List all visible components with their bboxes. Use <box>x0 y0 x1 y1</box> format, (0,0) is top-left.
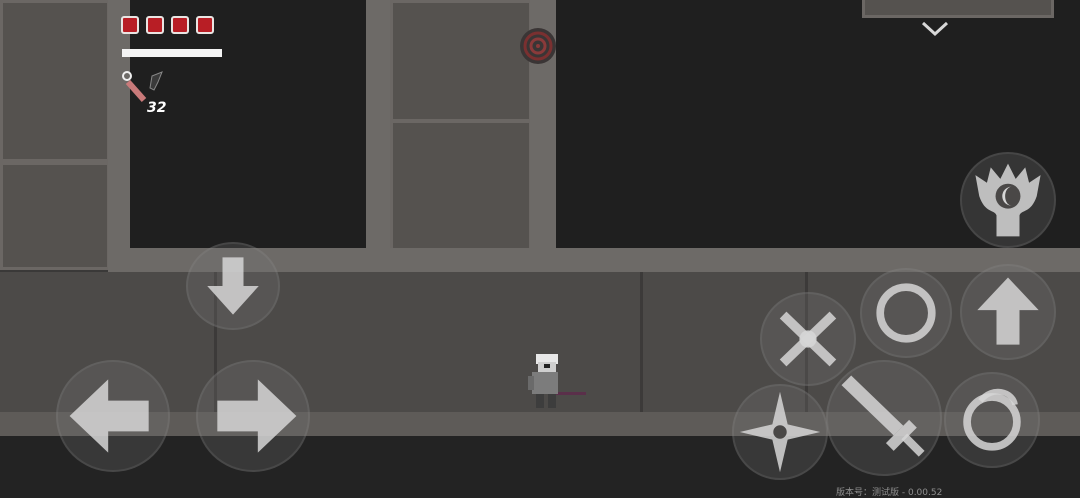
health-pip <box>196 16 214 34</box>
wall-panel <box>0 162 110 270</box>
stamina-bar <box>122 49 222 57</box>
version-label: 版本号：测试版 - 0.00.52 <box>836 488 943 498</box>
wall-pillar <box>108 0 130 270</box>
move-down-button[interactable] <box>186 242 280 330</box>
floor-seam <box>640 272 643 414</box>
arrow-right-icon <box>217 379 297 453</box>
crescent-emblem-icon <box>975 163 1041 237</box>
wall-panel <box>390 0 532 122</box>
health-pip <box>121 16 139 34</box>
attack-button[interactable] <box>826 360 942 476</box>
game-scene: 32 版本号：测试版 - 0.00.52 <box>0 0 1080 498</box>
wall-pillar <box>366 0 390 270</box>
ammo-count: 32 <box>147 100 167 116</box>
health-pip <box>171 16 189 34</box>
special-skill-button[interactable] <box>960 152 1056 248</box>
spin-button[interactable] <box>944 372 1040 468</box>
throw-button[interactable] <box>732 384 828 480</box>
dark-window <box>130 0 368 250</box>
chevron-down-icon[interactable] <box>920 20 950 38</box>
dash-button[interactable] <box>860 268 952 358</box>
spiral-icon <box>963 388 1021 451</box>
wall-panel <box>0 0 110 162</box>
move-right-button[interactable] <box>196 360 310 472</box>
jump-button[interactable] <box>960 264 1056 360</box>
arrow-up-icon <box>977 277 1039 345</box>
move-left-button[interactable] <box>56 360 170 472</box>
spiral-target-icon <box>518 26 558 66</box>
ceiling-ledge <box>862 0 1054 18</box>
arrow-left-icon <box>69 379 149 453</box>
shuriken-icon <box>739 391 821 473</box>
player-character <box>524 352 588 412</box>
circle-ring-icon <box>876 283 936 343</box>
health-pip <box>146 16 164 34</box>
arrow-down-icon <box>207 257 259 315</box>
sword-icon <box>841 375 925 457</box>
lighter-and-blade-icon <box>118 68 170 104</box>
